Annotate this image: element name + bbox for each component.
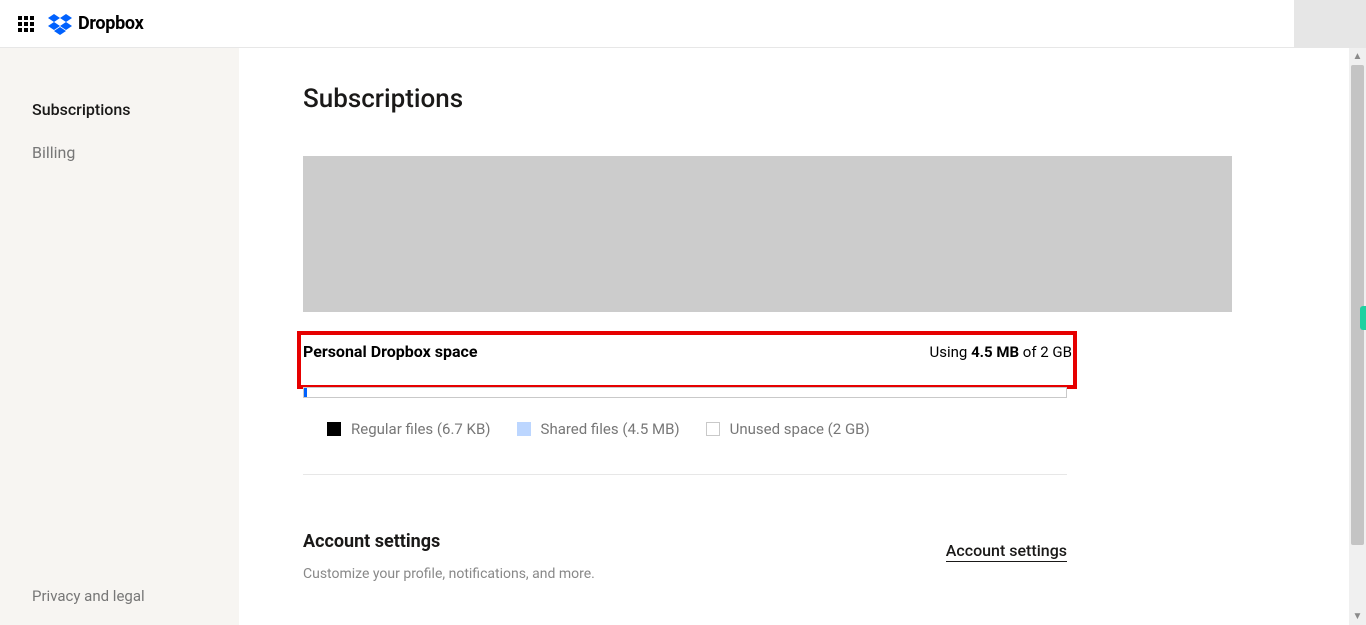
account-settings-desc: Customize your profile, notifications, a…: [303, 566, 595, 582]
brand-name: Dropbox: [78, 13, 143, 34]
storage-section: Personal Dropbox space Using 4.5 MB of 2…: [303, 342, 1072, 582]
top-header: Dropbox: [0, 0, 1366, 48]
sidebar-item-billing[interactable]: Billing: [32, 143, 211, 162]
scroll-up-icon[interactable]: ▲: [1349, 48, 1366, 65]
storage-usage: Using 4.5 MB of 2 GB: [930, 343, 1072, 361]
section-divider: [303, 474, 1067, 475]
scroll-track[interactable]: [1349, 65, 1366, 608]
legend-regular-label: Regular files (6.7 KB): [351, 420, 491, 438]
account-settings-link[interactable]: Account settings: [946, 541, 1067, 562]
swatch-blue-icon: [517, 422, 531, 436]
storage-using-prefix: Using: [930, 343, 972, 361]
promo-banner: [303, 156, 1232, 312]
storage-used: 4.5 MB: [971, 343, 1019, 361]
sidebar-privacy-link[interactable]: Privacy and legal: [32, 587, 145, 605]
page-title: Subscriptions: [303, 84, 1350, 114]
legend-unused: Unused space (2 GB): [706, 420, 870, 438]
sidebar: Subscriptions Billing Privacy and legal: [0, 48, 239, 625]
scroll-thumb[interactable]: [1351, 65, 1364, 545]
swatch-black-icon: [327, 422, 341, 436]
storage-total: 2 GB: [1040, 343, 1072, 361]
sidebar-item-subscriptions[interactable]: Subscriptions: [32, 100, 211, 119]
storage-bar: [303, 387, 1067, 398]
storage-bar-fill: [304, 388, 307, 397]
swatch-empty-icon: [706, 422, 720, 436]
storage-of: of: [1019, 343, 1040, 361]
main-content: Subscriptions Personal Dropbox space Usi…: [239, 48, 1350, 625]
dropbox-icon: [48, 12, 72, 36]
brand-logo[interactable]: Dropbox: [48, 12, 143, 36]
legend-regular: Regular files (6.7 KB): [327, 420, 491, 438]
storage-title: Personal Dropbox space: [303, 342, 478, 361]
apps-grid-icon[interactable]: [18, 16, 34, 32]
scrollbar[interactable]: ▲ ▼: [1349, 48, 1366, 625]
account-settings-row: Account settings Customize your profile,…: [303, 531, 1067, 582]
legend-shared-label: Shared files (4.5 MB): [541, 420, 680, 438]
legend-unused-label: Unused space (2 GB): [730, 420, 870, 438]
feedback-tab[interactable]: [1360, 306, 1366, 330]
legend-shared: Shared files (4.5 MB): [517, 420, 680, 438]
storage-legend: Regular files (6.7 KB) Shared files (4.5…: [303, 420, 1072, 438]
account-settings-title: Account settings: [303, 531, 595, 552]
scroll-down-icon[interactable]: ▼: [1349, 608, 1366, 625]
topbar-right-block: [1294, 0, 1366, 48]
